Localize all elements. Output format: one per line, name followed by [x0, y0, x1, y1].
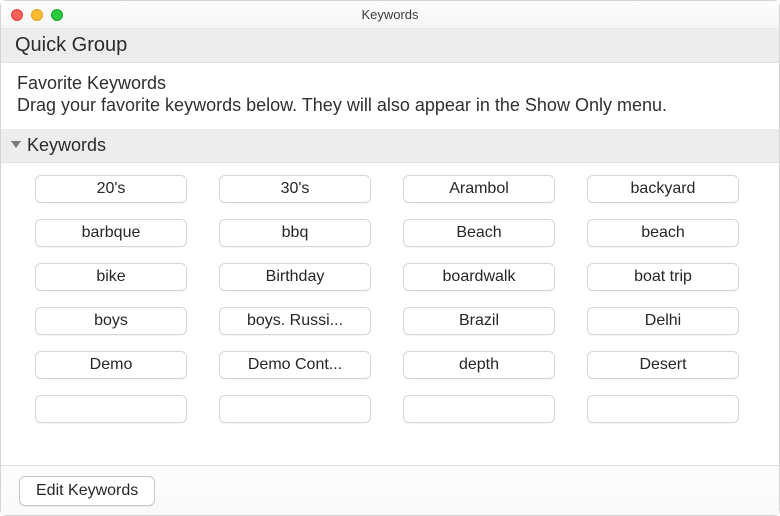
keyword-pill[interactable]: Brazil [403, 307, 555, 335]
keyword-pill[interactable]: Delhi [587, 307, 739, 335]
keyword-pill[interactable]: Birthday [219, 263, 371, 291]
section-quick-group[interactable]: Quick Group [1, 29, 779, 63]
section-keywords-header[interactable]: Keywords [1, 129, 779, 163]
keyword-pill[interactable]: 20's [35, 175, 187, 203]
keyword-pill[interactable]: 30's [219, 175, 371, 203]
window-close-button[interactable] [11, 9, 23, 21]
keyword-pill[interactable]: beach [587, 219, 739, 247]
window-controls [1, 9, 63, 21]
keyword-pill[interactable]: bbq [219, 219, 371, 247]
keyword-pill[interactable] [403, 395, 555, 423]
keyword-pill[interactable]: Demo [35, 351, 187, 379]
edit-keywords-button[interactable]: Edit Keywords [19, 476, 155, 506]
window-zoom-button[interactable] [51, 9, 63, 21]
keyword-pill[interactable]: bike [35, 263, 187, 291]
keyword-pill[interactable]: Desert [587, 351, 739, 379]
keyword-pill[interactable]: depth [403, 351, 555, 379]
keyword-pill[interactable]: barbque [35, 219, 187, 247]
bottom-toolbar: Edit Keywords [1, 465, 779, 515]
keyword-pill[interactable] [219, 395, 371, 423]
keyword-pill[interactable]: boys. Russi... [219, 307, 371, 335]
window-minimize-button[interactable] [31, 9, 43, 21]
keyword-grid: 20's 30's Arambol backyard barbque bbq Beach be… [35, 175, 759, 423]
keyword-pill[interactable] [35, 395, 187, 423]
keyword-pill[interactable]: backyard [587, 175, 739, 203]
favorites-panel: Favorite Keywords Drag your favorite key… [1, 63, 779, 129]
keywords-section-label: Keywords [27, 133, 106, 157]
keyword-pill[interactable]: Beach [403, 219, 555, 247]
quick-group-label: Quick Group [15, 33, 127, 57]
keyword-pill[interactable] [587, 395, 739, 423]
keyword-pill[interactable]: boys [35, 307, 187, 335]
keyword-pill[interactable]: Demo Cont... [219, 351, 371, 379]
keywords-scroll[interactable]: 20's 30's Arambol backyard barbque bbq Beach be… [1, 163, 779, 466]
chevron-down-icon [11, 141, 21, 148]
favorites-description: Drag your favorite keywords below. They … [17, 94, 763, 117]
keyword-pill[interactable]: boardwalk [403, 263, 555, 291]
keyword-pill[interactable]: boat trip [587, 263, 739, 291]
window-titlebar: Keywords [1, 1, 779, 29]
window-title: Keywords [1, 7, 779, 22]
favorites-heading: Favorite Keywords [17, 73, 763, 94]
keyword-pill[interactable]: Arambol [403, 175, 555, 203]
